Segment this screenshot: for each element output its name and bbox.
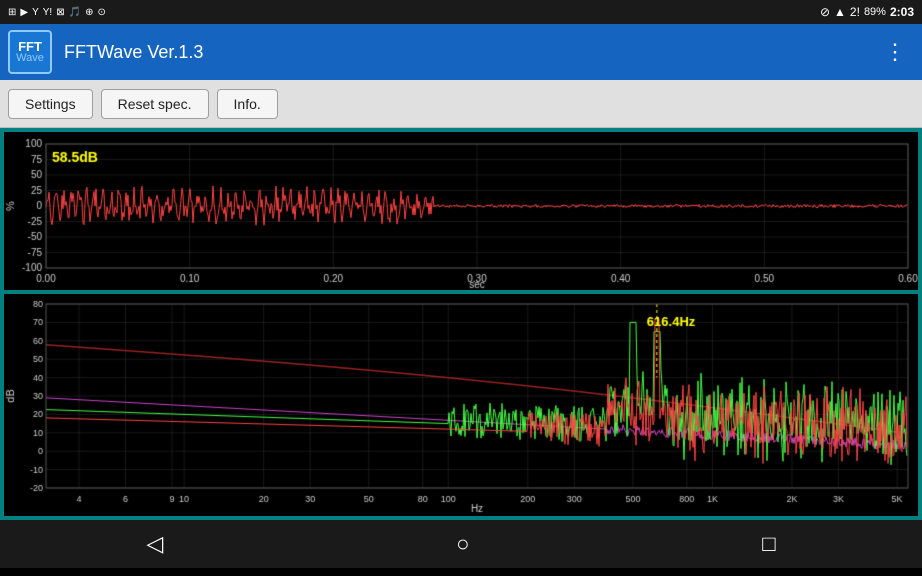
app-icon-5: ⊠ [56,7,64,18]
home-button[interactable]: ○ [432,523,493,565]
battery-level: 89% [864,6,886,18]
signal-icon: 2! [850,5,860,19]
app-logo: FFT Wave [8,30,52,74]
info-button[interactable]: Info. [217,89,278,119]
wave-chart [4,132,918,290]
app-icon-7: ⊕ [85,7,93,18]
app-icon-3: Y [32,7,39,18]
status-bar: ⊞ ▶ Y Y! ⊠ 🎵 ⊕ ⊙ ⊘ ▲ 2! 89% 2:03 [0,0,922,24]
logo-wave-text: Wave [16,53,44,64]
wave-canvas [4,132,918,290]
fft-canvas [4,294,918,516]
app-icon-8: ⊙ [97,7,105,18]
app-icon-6: 🎵 [69,7,81,18]
status-left-icons: ⊞ ▶ Y Y! ⊠ 🎵 ⊕ ⊙ [8,7,106,18]
app-icon-4: Y! [43,7,52,18]
block-icon: ⊘ [820,5,830,19]
app-icon-2: ▶ [20,7,28,18]
recent-apps-button[interactable]: □ [738,523,799,565]
back-button[interactable]: ◁ [122,523,187,565]
charts-area [0,128,922,520]
toolbar: Settings Reset spec. Info. [0,80,922,128]
app-icon-1: ⊞ [8,7,16,18]
reset-spec-button[interactable]: Reset spec. [101,89,209,119]
nav-bar: ◁ ○ □ [0,520,922,568]
wifi-icon: ▲ [834,5,846,19]
app-bar: FFT Wave FFTWave Ver.1.3 ⋮ [0,24,922,80]
fft-chart [4,294,918,516]
app-title: FFTWave Ver.1.3 [64,42,876,63]
status-right-icons: ⊘ ▲ 2! 89% 2:03 [820,5,914,19]
clock: 2:03 [890,5,914,19]
overflow-menu-button[interactable]: ⋮ [876,35,914,69]
settings-button[interactable]: Settings [8,89,93,119]
